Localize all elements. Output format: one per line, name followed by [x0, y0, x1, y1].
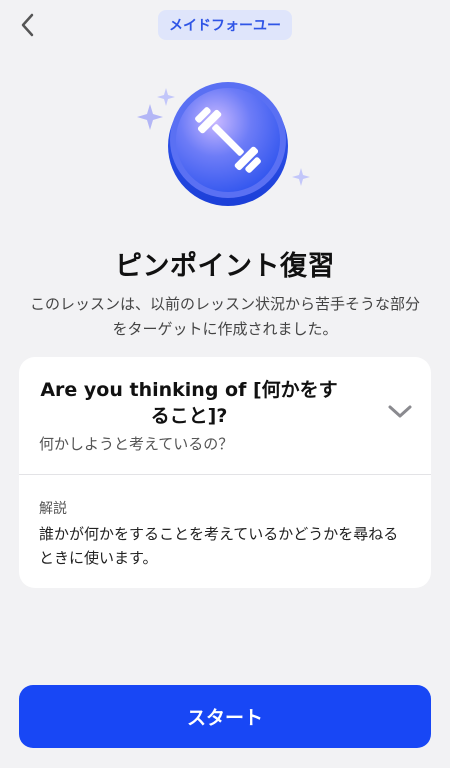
sparkle-icon — [137, 104, 163, 130]
back-button[interactable] — [14, 12, 40, 38]
made-for-you-badge: メイドフォーユー — [158, 10, 292, 40]
phrase-card: Are you thinking of [何かをすること]? 何かしようと考えて… — [19, 357, 431, 588]
phrase-toggle[interactable]: Are you thinking of [何かをすること]? 何かしようと考えて… — [19, 357, 431, 474]
sparkle-icon — [157, 88, 175, 106]
explanation-text: 誰かが何かをすることを考えているかどうかを尋ねるときに使います。 — [39, 525, 399, 567]
page-title: ピンポイント復習 — [115, 251, 335, 282]
explanation-heading: 解説 — [39, 501, 67, 517]
sparkle-icon — [292, 168, 310, 186]
start-button[interactable]: スタート — [19, 685, 431, 748]
chevron-left-icon — [21, 13, 34, 37]
card-divider — [19, 474, 431, 475]
hero-illustration — [130, 80, 320, 220]
phrase-text: Are you thinking of [何かをすること]? — [40, 379, 338, 427]
phrase-translation: 何かしようと考えているの？ — [39, 435, 234, 453]
lesson-description: このレッスンは、以前のレッスン状況から苦手そうな部分をターゲットに作成されました… — [29, 295, 420, 338]
chevron-down-icon — [388, 405, 412, 418]
